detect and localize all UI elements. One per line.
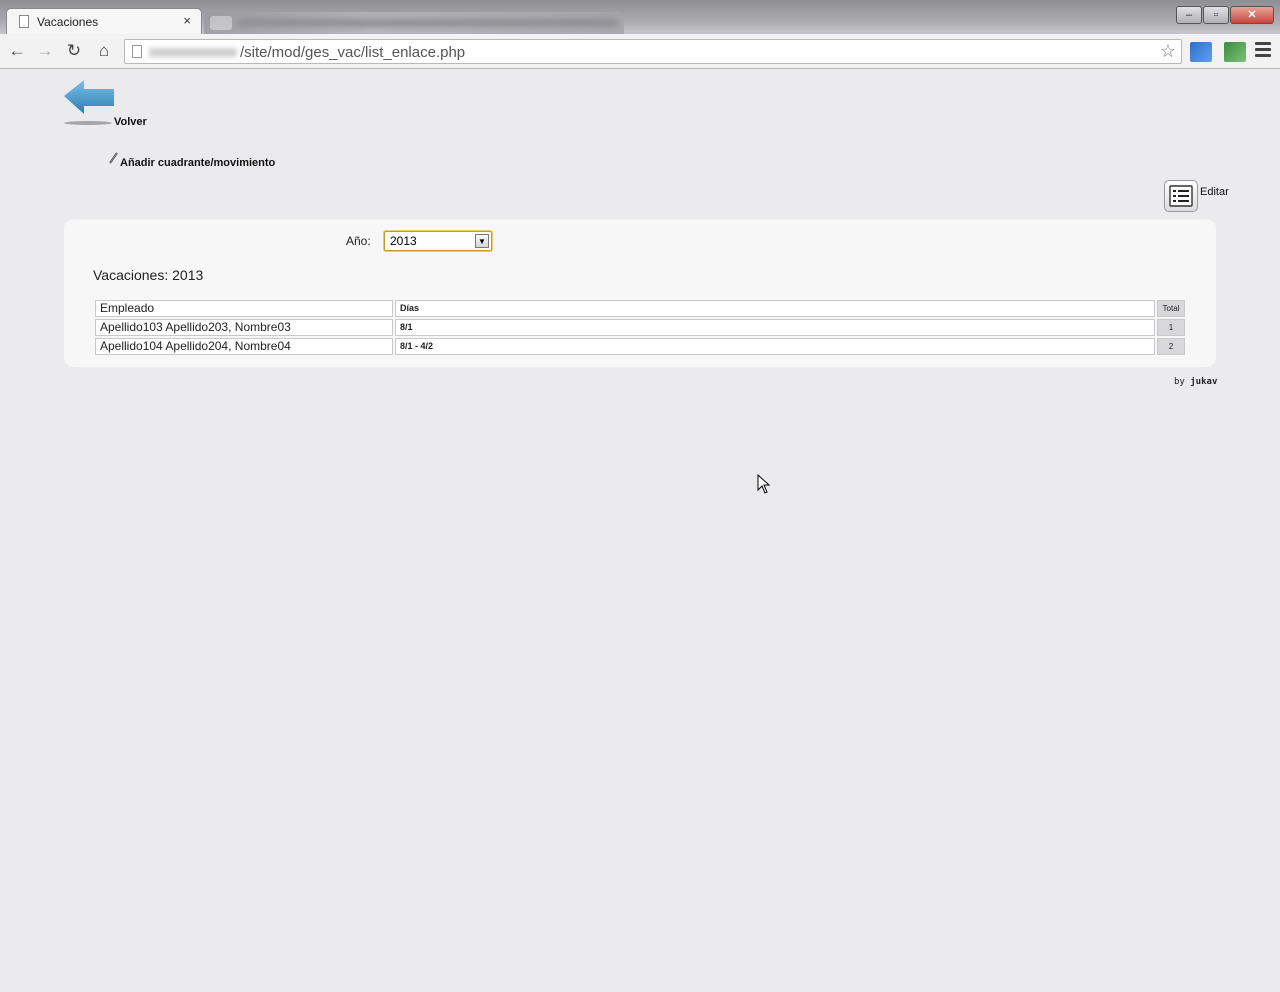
list-icon — [1169, 185, 1193, 207]
back-arrow-icon — [64, 80, 114, 125]
section-title: Vacaciones: 2013 — [93, 267, 204, 283]
table-row-employee: Apellido103 Apellido203, Nombre03 — [95, 319, 393, 336]
star-icon[interactable]: ☆ — [1160, 41, 1176, 62]
year-select-value: 2013 — [390, 234, 417, 248]
credit-prefix: by — [1174, 377, 1185, 387]
url-path: /site/mod/ges_vac/list_enlace.php — [240, 44, 466, 61]
table-row-employee: Apellido104 Apellido204, Nombre04 — [95, 338, 393, 355]
header-empleado: Empleado — [95, 300, 393, 317]
table-row-total: 2 — [1157, 338, 1185, 355]
mouse-cursor-icon — [757, 474, 771, 494]
table-row-days: 8/1 - 4/2 — [395, 338, 1155, 355]
browser-tab-active[interactable]: Vacaciones × — [6, 8, 202, 34]
page-icon — [132, 45, 142, 58]
vacations-panel: Año: 2013 ▼ Vacaciones: 2013 Empleado Dí… — [64, 219, 1216, 367]
credit-author[interactable]: jukav — [1190, 377, 1217, 387]
browser-toolbar: ← → ↻ ⌂ /site/mod/ges_vac/list_enlace.ph… — [0, 34, 1280, 69]
table-row-days: 8/1 — [395, 319, 1155, 336]
reload-icon[interactable]: ↻ — [63, 41, 85, 61]
year-select[interactable]: 2013 ▼ — [384, 231, 492, 251]
tab-close-icon[interactable]: × — [183, 13, 191, 28]
tab-title: Vacaciones — [37, 15, 99, 29]
close-window-button[interactable]: ✕ — [1230, 6, 1274, 24]
back-arrow-icon[interactable]: ← — [6, 41, 28, 61]
chevron-down-icon[interactable]: ▼ — [475, 234, 489, 248]
browser-tab-inactive[interactable] — [204, 12, 624, 34]
home-icon[interactable]: ⌂ — [93, 41, 115, 61]
edit-button[interactable] — [1164, 180, 1198, 212]
blurred-host — [149, 48, 237, 57]
table-row-total: 1 — [1157, 319, 1185, 336]
extension-na-icon[interactable] — [1224, 42, 1246, 62]
year-label: Año: — [346, 234, 371, 248]
blurred-tab-title — [238, 19, 618, 27]
window-controls: – ▫ ✕ — [1175, 6, 1274, 26]
forward-arrow-icon[interactable]: → — [34, 41, 56, 61]
extension-chart-icon[interactable] — [1190, 42, 1212, 62]
new-tab-icon[interactable] — [210, 16, 232, 30]
add-schedule-link[interactable]: Añadir cuadrante/movimiento — [120, 157, 275, 169]
edit-label[interactable]: Editar — [1200, 186, 1229, 198]
menu-icon[interactable] — [1255, 42, 1271, 60]
pencil-icon — [109, 152, 118, 164]
header-total: Total — [1157, 300, 1185, 317]
minimize-button[interactable]: – — [1176, 6, 1202, 24]
header-dias: Días — [395, 300, 1155, 317]
restore-button[interactable]: ▫ — [1203, 6, 1229, 24]
address-bar[interactable]: /site/mod/ges_vac/list_enlace.php ☆ — [124, 39, 1182, 64]
page-icon — [19, 15, 29, 28]
browser-titlebar: Vacaciones × – ▫ ✕ — [0, 0, 1280, 34]
back-label[interactable]: Volver — [114, 116, 147, 128]
back-link[interactable]: Volver — [62, 76, 162, 136]
credit-text: by jukav — [1174, 377, 1217, 387]
